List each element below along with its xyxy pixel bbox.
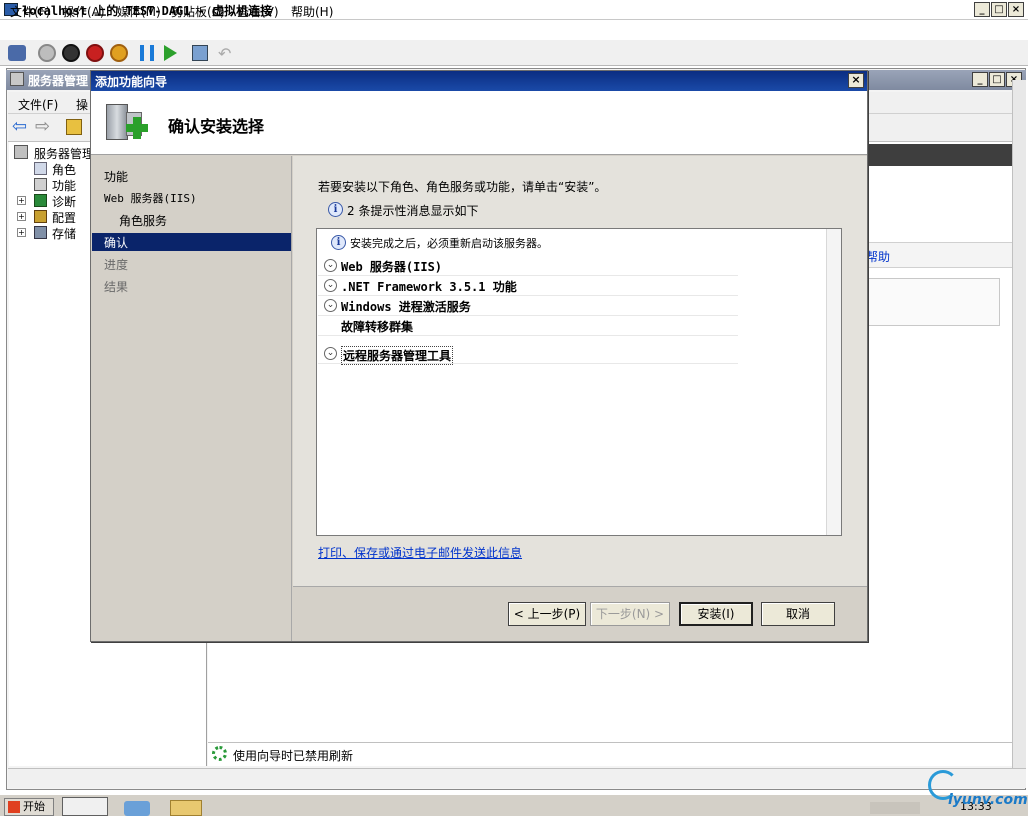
expand-chevron-icon[interactable]: ⌄: [324, 259, 337, 272]
wizard-titlebar: [91, 71, 867, 91]
expand-chevron-icon[interactable]: ⌄: [324, 347, 337, 360]
list-item-was: Windows 进程激活服务: [341, 300, 471, 314]
nav-item-role-services[interactable]: 角色服务: [119, 212, 167, 229]
sm-minimize-icon[interactable]: _: [972, 72, 988, 87]
revert-icon[interactable]: ↶: [218, 44, 231, 63]
expand-configuration-icon[interactable]: +: [17, 212, 26, 221]
server-icon: [14, 145, 28, 159]
tree-root[interactable]: 服务器管理: [34, 145, 94, 162]
turn-off-icon[interactable]: [62, 44, 80, 62]
wizard-instruction: 若要安装以下角色、角色服务或功能，请单击“安装”。: [318, 180, 607, 194]
cancel-button[interactable]: 取消: [761, 602, 835, 626]
watermark-text: iyunv.com: [948, 792, 1028, 808]
tree-item-configuration[interactable]: 配置: [52, 209, 76, 226]
list-item-web-server: Web 服务器(IIS): [341, 260, 443, 274]
vm-toolbar: [0, 40, 1028, 66]
expand-storage-icon[interactable]: +: [17, 228, 26, 237]
sm-menu-file[interactable]: 文件(F): [18, 96, 58, 113]
vm-menu-file[interactable]: 文件(F): [10, 3, 50, 20]
roles-icon: [34, 162, 47, 175]
nav-item-progress: 进度: [104, 258, 129, 272]
tray-icons: [870, 802, 920, 814]
vm-menu-media[interactable]: 媒体(M): [117, 3, 161, 20]
save-state-icon[interactable]: [110, 44, 128, 62]
button-separator: [293, 586, 867, 587]
windows-logo-icon: [8, 801, 20, 813]
maximize-icon[interactable]: □: [991, 2, 1007, 17]
start-label: 开始: [23, 800, 45, 813]
tree-item-roles[interactable]: 角色: [52, 161, 76, 178]
start-icon[interactable]: [38, 44, 56, 62]
pause-icon[interactable]: [140, 45, 154, 61]
wizard-title: 添加功能向导: [95, 75, 168, 89]
sm-menu-action[interactable]: 操: [76, 96, 88, 113]
wizard-heading: 确认安装选择: [168, 117, 265, 136]
sm-app-icon: [10, 72, 24, 86]
sm-section-header: [866, 144, 1012, 166]
server-install-icon: [100, 98, 150, 148]
print-save-email-link[interactable]: 打印、保存或通过电子邮件发送此信息: [318, 544, 522, 561]
expand-chevron-icon[interactable]: ⌄: [324, 299, 337, 312]
vm-menu-view[interactable]: 查看(V): [237, 3, 279, 20]
nav-item-results: 结果: [104, 280, 129, 294]
wizard-close-icon[interactable]: ×: [848, 73, 864, 88]
vm-menu-action[interactable]: 操作(A): [63, 3, 105, 20]
vm-menubar: [0, 20, 1028, 40]
restart-notice: 安装完成之后，必须重新启动该服务器。: [350, 237, 548, 250]
up-folder-icon[interactable]: [66, 119, 82, 135]
close-icon[interactable]: ×: [1008, 2, 1024, 17]
previous-button[interactable]: < 上一步(P): [508, 602, 586, 626]
taskbar-server-manager[interactable]: [62, 797, 108, 816]
sm-window-title: 服务器管理: [28, 74, 89, 88]
forward-arrow-icon[interactable]: ⇨: [35, 118, 50, 136]
tree-item-diagnostics[interactable]: 诊断: [52, 193, 76, 210]
configuration-icon: [34, 210, 47, 223]
nav-item-confirmation[interactable]: 确认: [104, 234, 128, 251]
storage-icon: [34, 226, 47, 239]
nav-item-features[interactable]: 功能: [104, 168, 128, 185]
list-item-failover-clustering: 故障转移群集: [341, 320, 414, 334]
divider: [318, 295, 738, 296]
minimize-icon[interactable]: _: [974, 2, 990, 17]
install-button[interactable]: 安装(I): [679, 602, 753, 626]
list-scrollbar[interactable]: [826, 229, 841, 535]
nav-item-web-server[interactable]: Web 服务器(IIS): [104, 190, 197, 206]
tree-item-storage[interactable]: 存储: [52, 225, 76, 242]
ctrl-alt-del-icon[interactable]: [8, 45, 26, 61]
taskbar-powershell-icon[interactable]: [124, 801, 150, 816]
sm-maximize-icon[interactable]: □: [989, 72, 1005, 87]
vm-menu-clipboard[interactable]: 剪贴板(C): [171, 3, 225, 20]
snapshot-icon[interactable]: [192, 45, 208, 61]
sm-scrollbar[interactable]: [1012, 80, 1026, 768]
restart-info-icon: i: [331, 235, 346, 250]
expand-chevron-icon[interactable]: ⌄: [324, 279, 337, 292]
sm-status-text: 使用向导时已禁用刷新: [233, 749, 354, 763]
list-item-net-framework: .NET Framework 3.5.1 功能: [341, 280, 517, 294]
shut-down-icon[interactable]: [86, 44, 104, 62]
refresh-icon: [212, 746, 227, 761]
expand-diagnostics-icon[interactable]: +: [17, 196, 26, 205]
tree-item-features[interactable]: 功能: [52, 177, 76, 194]
message-count: 2 条提示性消息显示如下: [347, 204, 479, 218]
divider: [318, 275, 738, 276]
next-button[interactable]: 下一步(N) >: [590, 602, 670, 626]
back-arrow-icon[interactable]: ⇦: [12, 118, 27, 136]
divider: [318, 315, 738, 316]
resume-icon[interactable]: [164, 45, 177, 61]
features-icon: [34, 178, 47, 191]
divider: [318, 335, 738, 336]
diagnostics-icon: [34, 194, 47, 207]
sm-info-box: [866, 278, 1000, 326]
vm-menu-help[interactable]: 帮助(H): [291, 3, 333, 20]
taskbar-explorer-icon[interactable]: [170, 800, 202, 816]
divider: [318, 363, 738, 364]
info-icon: i: [328, 202, 343, 217]
sm-statusbar: [8, 768, 1026, 788]
sm-help-link[interactable]: 帮助: [866, 248, 890, 265]
